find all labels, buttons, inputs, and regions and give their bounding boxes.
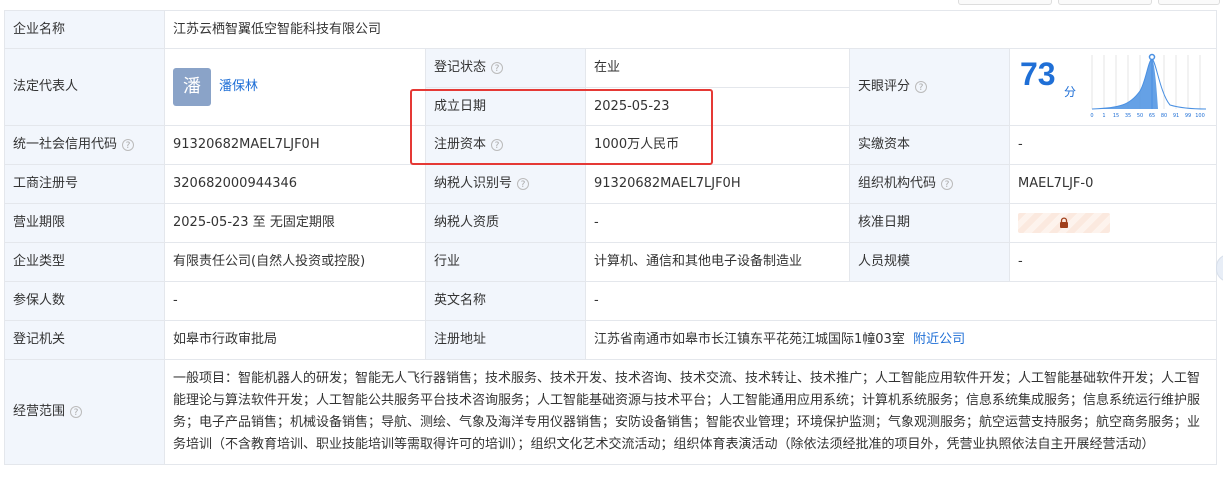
side-float-button[interactable] bbox=[1216, 254, 1223, 282]
score-tick-label: 50 bbox=[1137, 113, 1143, 119]
toolbar-button-3[interactable] bbox=[1158, 0, 1220, 5]
label-biz-term: 营业期限 bbox=[4, 203, 165, 243]
value-biz-reg-no: 320682000944346 bbox=[164, 164, 426, 204]
avatar[interactable]: 潘 bbox=[173, 68, 211, 106]
label-found-date: 成立日期 bbox=[425, 87, 586, 126]
help-icon[interactable]: ? bbox=[517, 178, 530, 190]
value-score[interactable]: 73 分 0 1 15 35 50 65 80 91 99 100 bbox=[1008, 48, 1218, 126]
score-tick-label: 1 bbox=[1102, 113, 1105, 119]
label-reg-status-text: 登记状态 bbox=[434, 60, 487, 75]
label-company-type: 企业类型 bbox=[4, 242, 165, 282]
help-icon[interactable]: ? bbox=[491, 139, 504, 151]
score-tick-label: 65 bbox=[1149, 113, 1155, 119]
label-biz-scope: 经营范围? bbox=[4, 359, 165, 465]
row-reg-authority: 登记机关 如皋市行政审批局 注册地址 江苏省南通市如皋市长江镇东平花苑江城国际1… bbox=[4, 320, 1218, 360]
label-paid-capital: 实缴资本 bbox=[849, 125, 1010, 165]
lock-icon bbox=[1060, 217, 1068, 228]
value-org-code: MAEL7LJF-0 bbox=[1008, 164, 1218, 204]
label-taxpayer-id-text: 纳税人识别号 bbox=[434, 176, 513, 191]
label-credit-code-text: 统一社会信用代码 bbox=[13, 137, 118, 152]
label-reg-status: 登记状态? bbox=[425, 48, 586, 88]
value-taxpayer-id: 91320682MAEL7LJF0H bbox=[585, 164, 850, 204]
row-biz-scope: 经营范围? 一般项目：智能机器人的研发；智能无人飞行器销售；技术服务、技术开发、… bbox=[4, 359, 1218, 465]
top-bar bbox=[0, 0, 1223, 10]
value-insured: - bbox=[164, 281, 426, 321]
row-credit-code: 统一社会信用代码? 91320682MAEL7LJF0H 注册资本? 1000万… bbox=[4, 125, 1218, 165]
label-insured: 参保人数 bbox=[4, 281, 165, 321]
help-icon[interactable]: ? bbox=[70, 406, 83, 418]
label-taxpayer-qual: 纳税人资质 bbox=[425, 203, 586, 243]
label-industry: 行业 bbox=[425, 242, 586, 282]
score-tick-label: 100 bbox=[1195, 113, 1205, 119]
toolbar-button-1[interactable] bbox=[958, 0, 1052, 5]
score-tick-label: 80 bbox=[1161, 113, 1167, 119]
label-credit-code: 统一社会信用代码? bbox=[4, 125, 165, 165]
score-number: 73 bbox=[1020, 56, 1056, 92]
value-approve-date[interactable] bbox=[1008, 203, 1218, 243]
help-icon[interactable]: ? bbox=[122, 139, 135, 151]
score-distribution-chart: 0 1 15 35 50 65 80 91 99 100 bbox=[1090, 53, 1207, 119]
score-marker bbox=[1148, 53, 1156, 61]
label-org-code: 组织机构代码? bbox=[849, 164, 1010, 204]
label-score-text: 天眼评分 bbox=[858, 79, 911, 94]
value-staff-size: - bbox=[1008, 242, 1218, 282]
value-reg-status: 在业 bbox=[585, 48, 850, 88]
legal-rep-name-link[interactable]: 潘保林 bbox=[219, 79, 258, 94]
row-biz-term: 营业期限 2025-05-23 至 无固定期限 纳税人资质 - 核准日期 bbox=[4, 203, 1218, 243]
value-found-date: 2025-05-23 bbox=[585, 87, 850, 126]
label-reg-authority: 登记机关 bbox=[4, 320, 165, 360]
label-english-name: 英文名称 bbox=[425, 281, 586, 321]
value-legal-rep[interactable]: 潘潘保林 bbox=[164, 48, 426, 126]
help-icon[interactable]: ? bbox=[915, 81, 928, 93]
locked-value[interactable] bbox=[1018, 213, 1110, 233]
label-biz-reg-no: 工商注册号 bbox=[4, 164, 165, 204]
value-industry: 计算机、通信和其他电子设备制造业 bbox=[585, 242, 850, 282]
score-tick-label: 35 bbox=[1125, 113, 1131, 119]
company-info-table: 企业名称 江苏云栖智翼低空智能科技有限公司 法定代表人 潘潘保林 登记状态? 在… bbox=[4, 10, 1218, 465]
label-reg-address: 注册地址 bbox=[425, 320, 586, 360]
score-tick-label: 0 bbox=[1090, 113, 1093, 119]
score-unit: 分 bbox=[1064, 85, 1077, 99]
value-paid-capital: - bbox=[1008, 125, 1218, 165]
value-biz-term: 2025-05-23 至 无固定期限 bbox=[164, 203, 426, 243]
score-tick-label: 91 bbox=[1173, 113, 1179, 119]
reg-address-text: 江苏省南通市如皋市长江镇东平花苑江城国际1幢03室 bbox=[594, 332, 905, 347]
row-biz-reg-no: 工商注册号 320682000944346 纳税人识别号? 91320682MA… bbox=[4, 164, 1218, 204]
value-biz-scope: 一般项目：智能机器人的研发；智能无人飞行器销售；技术服务、技术开发、技术咨询、技… bbox=[163, 359, 1218, 465]
value-credit-code: 91320682MAEL7LJF0H bbox=[164, 125, 426, 165]
help-icon[interactable]: ? bbox=[941, 178, 954, 190]
value-reg-capital: 1000万人民币 bbox=[585, 125, 850, 165]
value-reg-authority: 如皋市行政审批局 bbox=[164, 320, 426, 360]
label-score: 天眼评分? bbox=[849, 48, 1010, 126]
value-taxpayer-qual: - bbox=[585, 203, 850, 243]
score-tick-label: 15 bbox=[1113, 113, 1119, 119]
label-biz-scope-text: 经营范围 bbox=[13, 404, 66, 419]
value-company-name: 江苏云栖智翼低空智能科技有限公司 bbox=[163, 10, 1218, 49]
row-legal-rep: 法定代表人 潘潘保林 登记状态? 在业 天眼评分? 73 分 0 1 15 35… bbox=[4, 48, 1218, 126]
label-legal-rep: 法定代表人 bbox=[4, 48, 165, 126]
nearby-companies-link[interactable]: 附近公司 bbox=[913, 332, 965, 347]
label-company-name: 企业名称 bbox=[4, 10, 165, 49]
value-company-type: 有限责任公司(自然人投资或控股) bbox=[164, 242, 426, 282]
row-company-type: 企业类型 有限责任公司(自然人投资或控股) 行业 计算机、通信和其他电子设备制造… bbox=[4, 242, 1218, 282]
label-approve-date: 核准日期 bbox=[849, 203, 1010, 243]
help-icon[interactable]: ? bbox=[491, 62, 504, 74]
label-org-code-text: 组织机构代码 bbox=[858, 176, 937, 191]
score-tick-label: 99 bbox=[1185, 113, 1191, 119]
value-english-name: - bbox=[584, 281, 1218, 321]
label-reg-capital-text: 注册资本 bbox=[434, 137, 487, 152]
label-reg-capital: 注册资本? bbox=[425, 125, 586, 165]
label-staff-size: 人员规模 bbox=[849, 242, 1010, 282]
row-company-name: 企业名称 江苏云栖智翼低空智能科技有限公司 bbox=[4, 10, 1218, 49]
toolbar-button-2[interactable] bbox=[1058, 0, 1152, 5]
value-reg-address: 江苏省南通市如皋市长江镇东平花苑江城国际1幢03室 附近公司 bbox=[584, 320, 1218, 360]
label-taxpayer-id: 纳税人识别号? bbox=[425, 164, 586, 204]
row-insured: 参保人数 - 英文名称 - bbox=[4, 281, 1218, 321]
